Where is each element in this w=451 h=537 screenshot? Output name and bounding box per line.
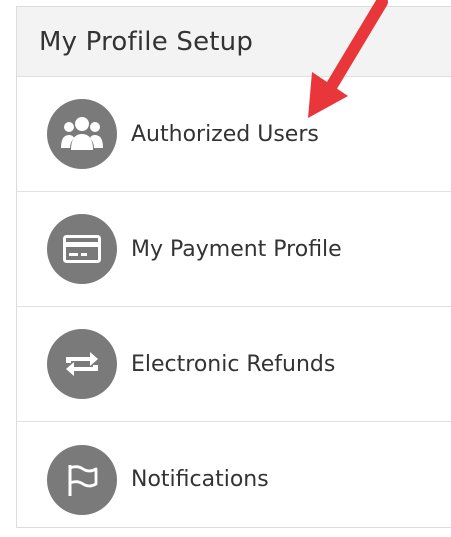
menu-item-electronic-refunds[interactable]: Electronic Refunds	[17, 307, 451, 422]
menu-item-label: Electronic Refunds	[131, 351, 336, 377]
profile-setup-panel: My Profile Setup Authorized Users My Pay	[16, 6, 451, 528]
panel-header: My Profile Setup	[17, 7, 451, 77]
flag-icon	[47, 444, 117, 515]
menu-item-payment-profile[interactable]: My Payment Profile	[17, 192, 451, 307]
panel-title: My Profile Setup	[39, 26, 254, 57]
menu-item-authorized-users[interactable]: Authorized Users	[17, 77, 451, 192]
menu-item-label: My Payment Profile	[131, 236, 342, 262]
menu-item-notifications[interactable]: Notifications	[17, 422, 451, 537]
menu-item-label: Authorized Users	[131, 121, 319, 147]
refresh-arrows-icon	[47, 329, 117, 399]
credit-card-icon	[47, 214, 117, 284]
menu-item-label: Notifications	[131, 467, 269, 492]
users-icon	[47, 99, 117, 169]
